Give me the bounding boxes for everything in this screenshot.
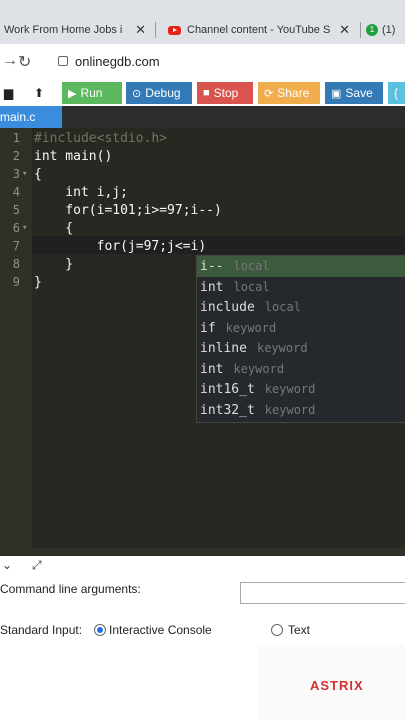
- autocomplete-word: int16_t: [200, 382, 255, 397]
- beautify-label: {: [394, 86, 399, 100]
- file-icon: ▆: [4, 86, 14, 100]
- autocomplete-item[interactable]: int16_t keyword: [197, 379, 405, 400]
- line-number: 2: [12, 149, 20, 163]
- code-line-current: for(j=97;j<=i): [34, 239, 207, 254]
- line-number: 4: [12, 185, 20, 199]
- interactive-console-label: Interactive Console: [109, 623, 212, 637]
- autocomplete-word: if: [200, 320, 216, 336]
- browser-tab-bar: Work From Home Jobs i ✕ Channel content …: [0, 0, 405, 44]
- play-icon: ▶: [68, 87, 77, 100]
- upload-button[interactable]: ⬆: [28, 82, 54, 104]
- line-number: 7: [12, 239, 20, 253]
- fold-icon[interactable]: ▾: [22, 223, 27, 233]
- save-button[interactable]: ▣ Save: [325, 82, 383, 104]
- line-number: 9: [12, 275, 20, 289]
- tab-work-from-home[interactable]: Work From Home Jobs i ✕: [0, 16, 150, 44]
- command-line-arguments-label: Command line arguments:: [0, 582, 141, 596]
- notification-icon: 1: [366, 24, 378, 36]
- stop-button[interactable]: ■ Stop: [197, 82, 253, 104]
- beautify-button[interactable]: {: [388, 82, 405, 104]
- forward-arrow-icon[interactable]: →: [2, 52, 18, 70]
- debug-icon: ⊙: [132, 87, 142, 100]
- autocomplete-meta: keyword: [225, 320, 277, 335]
- line-number: 1: [12, 131, 20, 145]
- file-tab-main[interactable]: main.c: [0, 106, 62, 128]
- tab-label: Channel content - YouTube S: [187, 24, 331, 36]
- close-icon[interactable]: ✕: [135, 22, 146, 38]
- run-label: Run: [80, 86, 103, 100]
- autocomplete-meta: local: [233, 259, 270, 273]
- autocomplete-word: int32_t: [200, 402, 255, 418]
- code-line: #include<stdio.h>: [34, 131, 168, 146]
- fold-icon[interactable]: ▾: [22, 169, 27, 179]
- autocomplete-word: i--: [200, 259, 224, 274]
- splitter-bar[interactable]: [0, 548, 405, 556]
- new-file-button[interactable]: ▆: [0, 82, 20, 104]
- autocomplete-item[interactable]: int local: [197, 277, 405, 298]
- file-tab-bar: main.c: [0, 106, 405, 128]
- line-number: 5: [12, 203, 20, 217]
- lock-icon: [58, 56, 68, 66]
- code-line: {: [34, 221, 74, 236]
- autocomplete-item[interactable]: int keyword: [197, 359, 405, 380]
- autocomplete-popup: i-- local int local include local if keyword…: [196, 255, 405, 423]
- save-label: Save: [345, 86, 373, 100]
- autocomplete-meta: keyword: [264, 382, 316, 396]
- close-icon[interactable]: ✕: [339, 22, 350, 38]
- tab-other[interactable]: 1 (1): [366, 16, 405, 44]
- share-icon: ⟳: [264, 87, 274, 100]
- url-text[interactable]: onlinegdb.com: [75, 54, 160, 69]
- tab-label: Work From Home Jobs i: [4, 24, 123, 36]
- stop-label: Stop: [213, 86, 239, 100]
- address-bar: → ↻ onlinegdb.com: [0, 44, 405, 81]
- expand-icon[interactable]: ⤢: [32, 558, 42, 573]
- save-icon: ▣: [331, 87, 342, 100]
- autocomplete-meta: keyword: [233, 361, 285, 376]
- autocomplete-meta: local: [233, 279, 270, 294]
- share-label: Share: [277, 86, 310, 100]
- stop-icon: ■: [203, 87, 210, 99]
- debug-button[interactable]: ⊙ Debug: [126, 82, 192, 104]
- line-number: 8: [12, 257, 20, 271]
- line-number: 6: [12, 221, 20, 235]
- autocomplete-item[interactable]: include local: [197, 297, 405, 318]
- watermark-logo: ASTRIX: [310, 678, 364, 693]
- tab-youtube[interactable]: Channel content - YouTube S ✕: [162, 16, 354, 44]
- autocomplete-word: include: [200, 300, 255, 315]
- code-line: }: [34, 275, 42, 290]
- chevron-down-icon[interactable]: ⌄: [2, 558, 12, 572]
- debug-label: Debug: [145, 86, 181, 100]
- autocomplete-item[interactable]: if keyword: [197, 318, 405, 339]
- autocomplete-meta: keyword: [264, 402, 316, 417]
- autocomplete-meta: local: [264, 300, 301, 314]
- upload-icon: ⬆: [34, 86, 45, 100]
- autocomplete-word: int: [200, 361, 224, 377]
- code-line: {: [34, 167, 42, 182]
- youtube-icon: [168, 25, 181, 35]
- autocomplete-meta: keyword: [256, 341, 308, 355]
- tab-separator: [360, 22, 361, 38]
- autocomplete-item[interactable]: i-- local: [197, 256, 405, 277]
- reload-icon[interactable]: ↻: [18, 52, 31, 72]
- line-number: 3: [12, 167, 20, 181]
- standard-input-label: Standard Input:: [0, 623, 83, 637]
- code-line: }: [34, 257, 74, 272]
- interactive-console-radio[interactable]: [94, 624, 106, 636]
- text-label: Text: [288, 623, 311, 637]
- code-line: int i,j;: [34, 185, 128, 200]
- code-line: int main(): [34, 149, 113, 164]
- share-button[interactable]: ⟳ Share: [258, 82, 320, 104]
- run-button[interactable]: ▶ Run: [62, 82, 122, 104]
- code-line: for(i=101;i>=97;i--): [34, 203, 222, 218]
- autocomplete-word: inline: [200, 341, 247, 356]
- text-radio[interactable]: [271, 624, 283, 636]
- autocomplete-word: int: [200, 279, 224, 295]
- tab-separator: [155, 22, 156, 38]
- tab-label: (1): [382, 24, 396, 36]
- ide-toolbar: ▆ ⬆ ▶ Run ⊙ Debug ■ Stop ⟳ Share ▣ Save {: [0, 80, 405, 106]
- autocomplete-item[interactable]: int32_t keyword: [197, 400, 405, 421]
- command-line-arguments-input[interactable]: [240, 582, 405, 604]
- autocomplete-item[interactable]: inline keyword: [197, 338, 405, 359]
